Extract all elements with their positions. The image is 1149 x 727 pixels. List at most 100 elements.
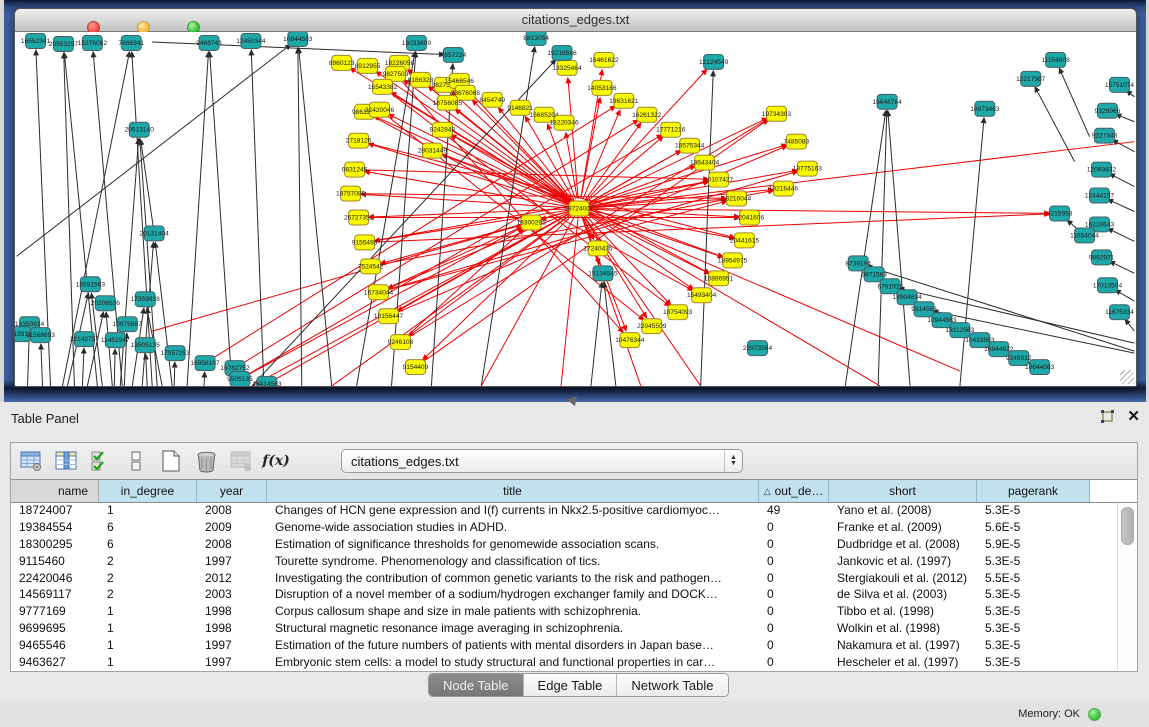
graph-node-label: 10476344	[615, 337, 645, 344]
graph-node-label: 9227343	[1092, 133, 1118, 140]
graph-node-label: 8454749	[479, 97, 505, 104]
graph-node-label: 16552341	[21, 38, 51, 45]
tab-edge-table[interactable]: Edge Table	[524, 674, 618, 696]
cell-pagerank: 5.3E-5	[977, 621, 1090, 635]
delete-table-icon[interactable]	[194, 449, 218, 473]
table-row[interactable]: 1456911722003Disruption of a novel membe…	[11, 586, 1137, 603]
column-header-out_de[interactable]: △out_de…	[759, 480, 829, 502]
cytoscape-screen: citations_edges.txt 18724007896012389129…	[0, 0, 1149, 727]
table-toolbar: f(x) citations_edges.txt▲▼	[11, 443, 1137, 480]
table-row[interactable]: 1830029562008Estimation of significance …	[11, 536, 1137, 553]
graph-edge	[588, 166, 695, 205]
graph-node-label: 13505135	[131, 342, 161, 349]
cell-year: 1998	[197, 621, 267, 635]
column-header-in_degree[interactable]: in_degree	[99, 480, 197, 502]
graph-node-label: 18643404	[690, 160, 720, 167]
cell-short: Wolkin et al. (1998)	[829, 621, 977, 635]
cell-title: Embryonic stem cells: a model to study s…	[267, 655, 759, 669]
network-window[interactable]: citations_edges.txt 18724007896012389129…	[14, 8, 1137, 387]
graph-node-label: 28031449	[418, 148, 448, 155]
column-header-title[interactable]: title	[267, 480, 759, 502]
vertical-scrollbar[interactable]	[1117, 503, 1136, 670]
cell-short: de Silva et al. (2003)	[829, 587, 977, 601]
cell-out_de: 0	[759, 587, 829, 601]
tab-network-table[interactable]: Network Table	[617, 674, 727, 696]
graph-node-label: 20131404	[140, 230, 170, 237]
cell-year: 2003	[197, 587, 267, 601]
graph-node-label: 19218586	[547, 50, 577, 57]
graph-node-label: 13216446	[769, 186, 799, 193]
graph-edge	[579, 209, 880, 386]
cell-pagerank: 5.5E-5	[977, 571, 1090, 585]
graph-node-label: 18775163	[793, 166, 823, 173]
graph-edge	[568, 78, 578, 199]
table-header-row: namein_degreeyeartitle△out_de…shortpager…	[11, 480, 1137, 503]
table-row[interactable]: 911546021997Tourette syndrome. Phenomeno…	[11, 552, 1137, 569]
graph-node-label: 16648784	[872, 99, 902, 106]
scrollbar-thumb[interactable]	[1121, 507, 1134, 545]
network-desktop: citations_edges.txt 18724007896012389129…	[4, 0, 1146, 402]
graph-node-label: 19631621	[609, 98, 639, 105]
cell-short: Jankovic et al. (1997)	[829, 554, 977, 568]
graph-edge	[1059, 68, 1089, 137]
cell-name: 18724007	[11, 503, 99, 517]
table-row[interactable]: 1938455462009Genome-wide association stu…	[11, 519, 1137, 536]
cell-in_degree: 1	[99, 655, 197, 669]
graph-node-label: 11568693	[26, 332, 55, 339]
table-row[interactable]: 977716911998Corpus callosum shape and si…	[11, 603, 1137, 620]
cell-name: 9699695	[11, 621, 99, 635]
column-header-pagerank[interactable]: pagerank	[977, 480, 1090, 502]
graph-node-label: 9245012	[1006, 355, 1032, 362]
graph-node-label: 17240435	[583, 245, 613, 252]
select-all-icon[interactable]	[89, 449, 113, 473]
table-row[interactable]: 2242004622012Investigating the contribut…	[11, 569, 1137, 586]
graph-node-label: 18756085	[433, 100, 463, 107]
float-panel-icon[interactable]	[1099, 409, 1116, 426]
graph-node-label: 16782752	[220, 365, 250, 372]
tab-node-table[interactable]: Node Table	[429, 674, 524, 696]
graph-edge	[114, 349, 115, 386]
graph-node-label: 6791911	[878, 283, 903, 290]
sort-ascending-icon: △	[764, 486, 771, 497]
cell-in_degree: 6	[99, 537, 197, 551]
graph-node-label: 10644563	[1025, 364, 1055, 371]
create-table-icon[interactable]	[159, 449, 183, 473]
table-selector-dropdown[interactable]: citations_edges.txt▲▼	[341, 449, 743, 473]
status-bar: Memory: OK	[0, 701, 1149, 727]
cell-title: Disruption of a novel member of a sodium…	[267, 587, 759, 601]
graph-node-label: 9155493	[352, 239, 378, 246]
graph-edge	[204, 372, 205, 386]
graph-edge	[1115, 290, 1134, 301]
cell-pagerank: 5.3E-5	[977, 655, 1090, 669]
cell-short: Hescheler et al. (1997)	[829, 655, 977, 669]
close-panel-icon[interactable]: ✕	[1127, 407, 1140, 425]
table-row[interactable]: 946362711997Embryonic stem cells: a mode…	[11, 653, 1137, 670]
graph-edge	[389, 146, 788, 317]
network-canvas[interactable]: 1872400789601238912955182260589827503165…	[15, 32, 1136, 386]
graph-node-label: 9871563	[861, 271, 887, 278]
citation-network-graph[interactable]: 1872400789601238912955182260589827503165…	[15, 32, 1136, 386]
row-selector-icon[interactable]	[124, 449, 148, 473]
column-header-name[interactable]: name	[11, 480, 99, 502]
graph-edge	[383, 87, 670, 306]
graph-node-label: 8215958	[1047, 210, 1073, 217]
graph-node-label: 22041606	[735, 214, 765, 221]
column-header-short[interactable]: short	[829, 480, 977, 502]
table-row[interactable]: 969969511998Structural magnetic resonanc…	[11, 620, 1137, 637]
graph-node-label: 8960123	[329, 60, 355, 67]
graph-edge	[17, 44, 291, 256]
graph-node-label: 20206536	[91, 300, 121, 307]
graph-node-label: 18757085	[336, 191, 366, 198]
graph-node-label: 10973463	[970, 106, 1000, 113]
table-row[interactable]: 946554611997Estimation of the future num…	[11, 636, 1137, 653]
graph-node-label: 9914563	[911, 306, 937, 313]
column-header-year[interactable]: year	[197, 480, 267, 502]
network-window-titlebar[interactable]: citations_edges.txt	[15, 9, 1136, 32]
window-resize-grip[interactable]	[1120, 370, 1134, 384]
show-column-icon[interactable]	[54, 449, 78, 473]
graph-node-label: 16958107	[190, 360, 220, 367]
modify-table-icon[interactable]	[19, 449, 43, 473]
graph-edge	[579, 142, 1134, 209]
function-builder-icon[interactable]: f(x)	[264, 449, 288, 473]
table-row[interactable]: 1872400712008Changes of HCN gene express…	[11, 502, 1137, 519]
